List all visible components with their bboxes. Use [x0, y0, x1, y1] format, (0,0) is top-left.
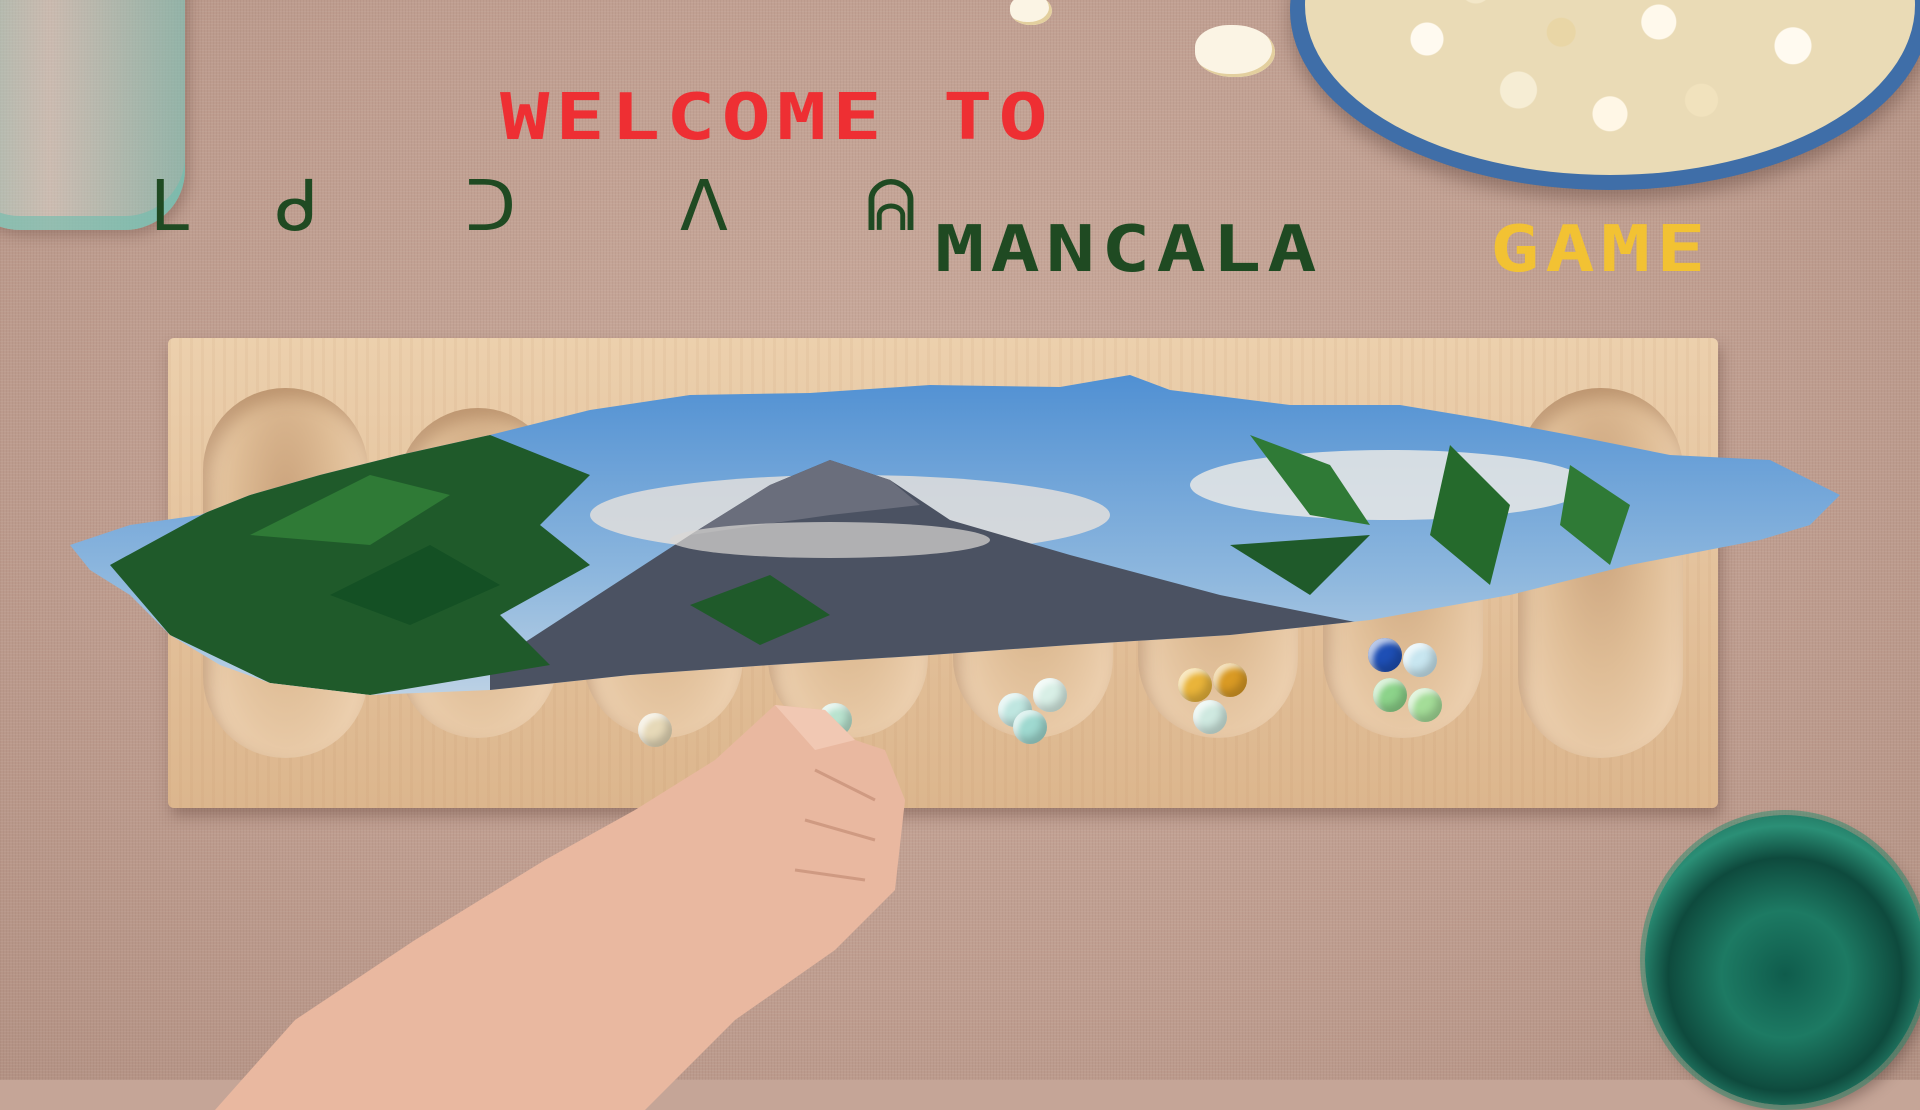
green-glass [1645, 815, 1920, 1105]
hand [215, 705, 905, 1110]
title-game: GAME [1490, 212, 1712, 287]
glyph: ᒪ [150, 165, 189, 247]
glyph: ᐱ [680, 165, 728, 247]
glyph: ᑐ [465, 165, 517, 247]
title-mancala: MANCALA [935, 212, 1323, 287]
popcorn-kernel [1195, 25, 1275, 77]
glyph: ᕱ [865, 165, 917, 247]
glyph: ᑯ [275, 165, 319, 247]
landscape-brush-image [70, 375, 1840, 695]
title-welcome: WELCOME TO [500, 80, 1054, 155]
